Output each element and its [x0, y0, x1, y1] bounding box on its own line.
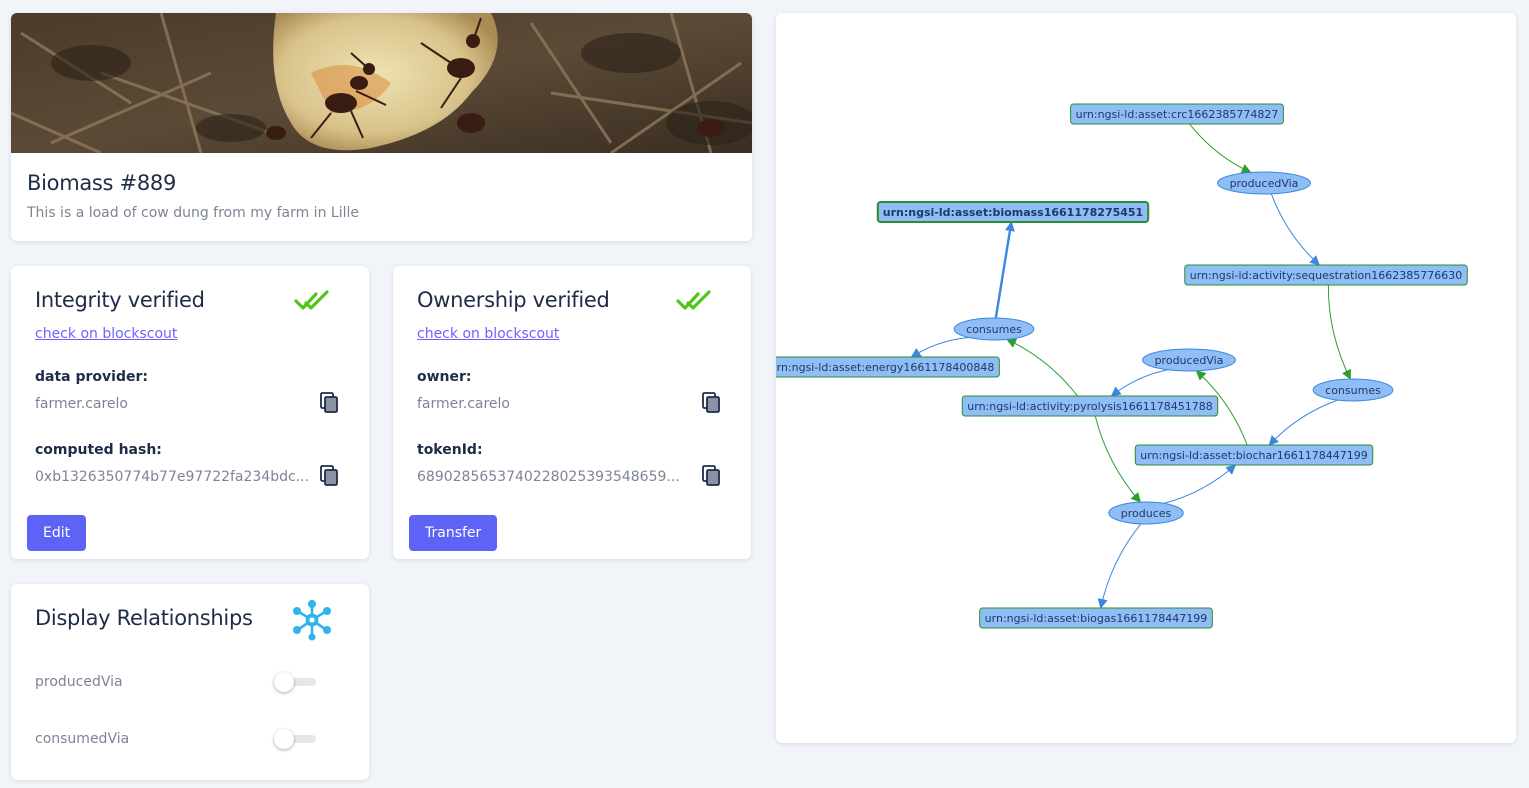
graph-node-pv1[interactable]: producedVia [1217, 171, 1311, 195]
ownership-card: Ownership verified check on blockscout o… [393, 266, 751, 559]
graph-node-biochar[interactable]: urn:ngsi-ld:asset:biochar1661178447199 [1134, 444, 1374, 466]
graph-node-prod[interactable]: produces [1108, 501, 1184, 525]
edit-button[interactable]: Edit [27, 515, 87, 551]
graph-node-seq[interactable]: urn:ngsi-ld:activity:sequestration166238… [1184, 264, 1468, 286]
graph-edge-prod-biochar [1163, 464, 1237, 504]
token-id-label: tokenId: [417, 442, 483, 458]
graph-edge-pv2-pyro [1110, 369, 1169, 397]
producedvia-toggle-label: producedVia [35, 674, 123, 690]
graph-node-label: urn:ngsi-ld:activity:pyrolysis1661178451… [967, 400, 1212, 413]
ownership-blockscout-link[interactable]: check on blockscout [417, 326, 559, 342]
graph-edge-pyro-cons1 [1006, 338, 1078, 397]
graph-edge-cons1-energy [910, 337, 969, 358]
graph-node-cons2[interactable]: consumes [1312, 378, 1394, 402]
relationships-card: Display Relationships producedVia consum… [11, 584, 369, 780]
graph-edge-pyro-prod [1094, 415, 1141, 503]
graph-node-pv2[interactable]: producedVia [1142, 348, 1236, 372]
graph-node-label: produces [1121, 507, 1172, 520]
consumedvia-toggle[interactable] [274, 727, 316, 751]
transfer-button[interactable]: Transfer [409, 515, 498, 551]
owner-label: owner: [417, 369, 472, 385]
asset-image [11, 13, 752, 153]
graph-node-label: urn:ngsi-ld:asset:biogas1661178447199 [985, 612, 1208, 625]
graph-node-crc[interactable]: urn:ngsi-ld:asset:crc1662385774827 [1070, 103, 1284, 125]
graph-node-biomass[interactable]: urn:ngsi-ld:asset:biomass1661178275451 [876, 201, 1150, 223]
integrity-title: Integrity verified [35, 288, 205, 312]
asset-description: This is a load of cow dung from my farm … [27, 205, 359, 221]
graph-node-label: urn:ngsi-ld:asset:crc1662385774827 [1076, 108, 1279, 121]
graph-edge-pv1-seq [1270, 193, 1320, 266]
copy-icon[interactable] [318, 464, 342, 488]
data-provider-label: data provider: [35, 369, 148, 385]
asset-header-card: Biomass #889 This is a load of cow dung … [11, 13, 752, 241]
double-check-icon [294, 290, 329, 310]
relationship-graph[interactable]: urn:ngsi-ld:asset:crc1662385774827 produc… [776, 13, 1516, 743]
owner-value: farmer.carelo [417, 396, 510, 412]
graph-node-label: urn:ngsi-ld:activity:sequestration166238… [1190, 269, 1462, 282]
computed-hash-label: computed hash: [35, 442, 162, 458]
token-id-value: 68902856537402280253935486​59... [417, 469, 680, 485]
ownership-title: Ownership verified [417, 288, 610, 312]
graph-node-label: consumes [1325, 384, 1381, 397]
graph-edge-prod-biogas [1097, 523, 1142, 609]
graph-edge-cons2-biochar [1268, 399, 1338, 446]
copy-icon[interactable] [700, 464, 724, 488]
graph-node-label: producedVia [1155, 354, 1224, 367]
graph-node-label: consumes [966, 323, 1022, 336]
graph-node-label: urn:ngsi-ld:asset:energy1661178400848 [776, 361, 994, 374]
graph-node-energy[interactable]: urn:ngsi-ld:asset:energy1661178400848 [776, 356, 1000, 378]
graph-node-label: urn:ngsi-ld:asset:biochar1661178447199 [1140, 449, 1367, 462]
relationships-title: Display Relationships [35, 606, 253, 630]
copy-icon[interactable] [700, 391, 724, 415]
toggle-knob [274, 672, 294, 692]
integrity-card: Integrity verified check on blockscout d… [11, 266, 369, 559]
network-icon [293, 600, 331, 641]
graph-node-label: urn:ngsi-ld:asset:biomass1661178275451 [883, 206, 1143, 219]
graph-edge-crc-pv1 [1189, 123, 1252, 174]
integrity-blockscout-link[interactable]: check on blockscout [35, 326, 177, 342]
computed-hash-value: 0xb1326350774b77e97722fa234bdc... [35, 469, 310, 485]
graph-node-label: producedVia [1230, 177, 1299, 190]
graph-node-biogas[interactable]: urn:ngsi-ld:asset:biogas1661178447199 [979, 607, 1213, 629]
producedvia-toggle[interactable] [274, 670, 316, 694]
data-provider-value: farmer.carelo [35, 396, 128, 412]
graph-edge-seq-cons2 [1327, 284, 1351, 380]
graph-node-cons1[interactable]: consumes [953, 317, 1035, 341]
double-check-icon [676, 290, 711, 310]
consumedvia-toggle-label: consumedVia [35, 731, 130, 747]
asset-title: Biomass #889 [27, 171, 177, 195]
toggle-knob [274, 729, 294, 749]
graph-node-pyro[interactable]: urn:ngsi-ld:activity:pyrolysis1661178451… [961, 395, 1219, 417]
copy-icon[interactable] [318, 391, 342, 415]
relationship-graph-panel[interactable]: urn:ngsi-ld:asset:crc1662385774827 produc… [776, 13, 1516, 743]
graph-edge-cons1-biomass [994, 221, 1015, 319]
graph-nodes[interactable]: urn:ngsi-ld:asset:crc1662385774827 produc… [776, 103, 1468, 629]
